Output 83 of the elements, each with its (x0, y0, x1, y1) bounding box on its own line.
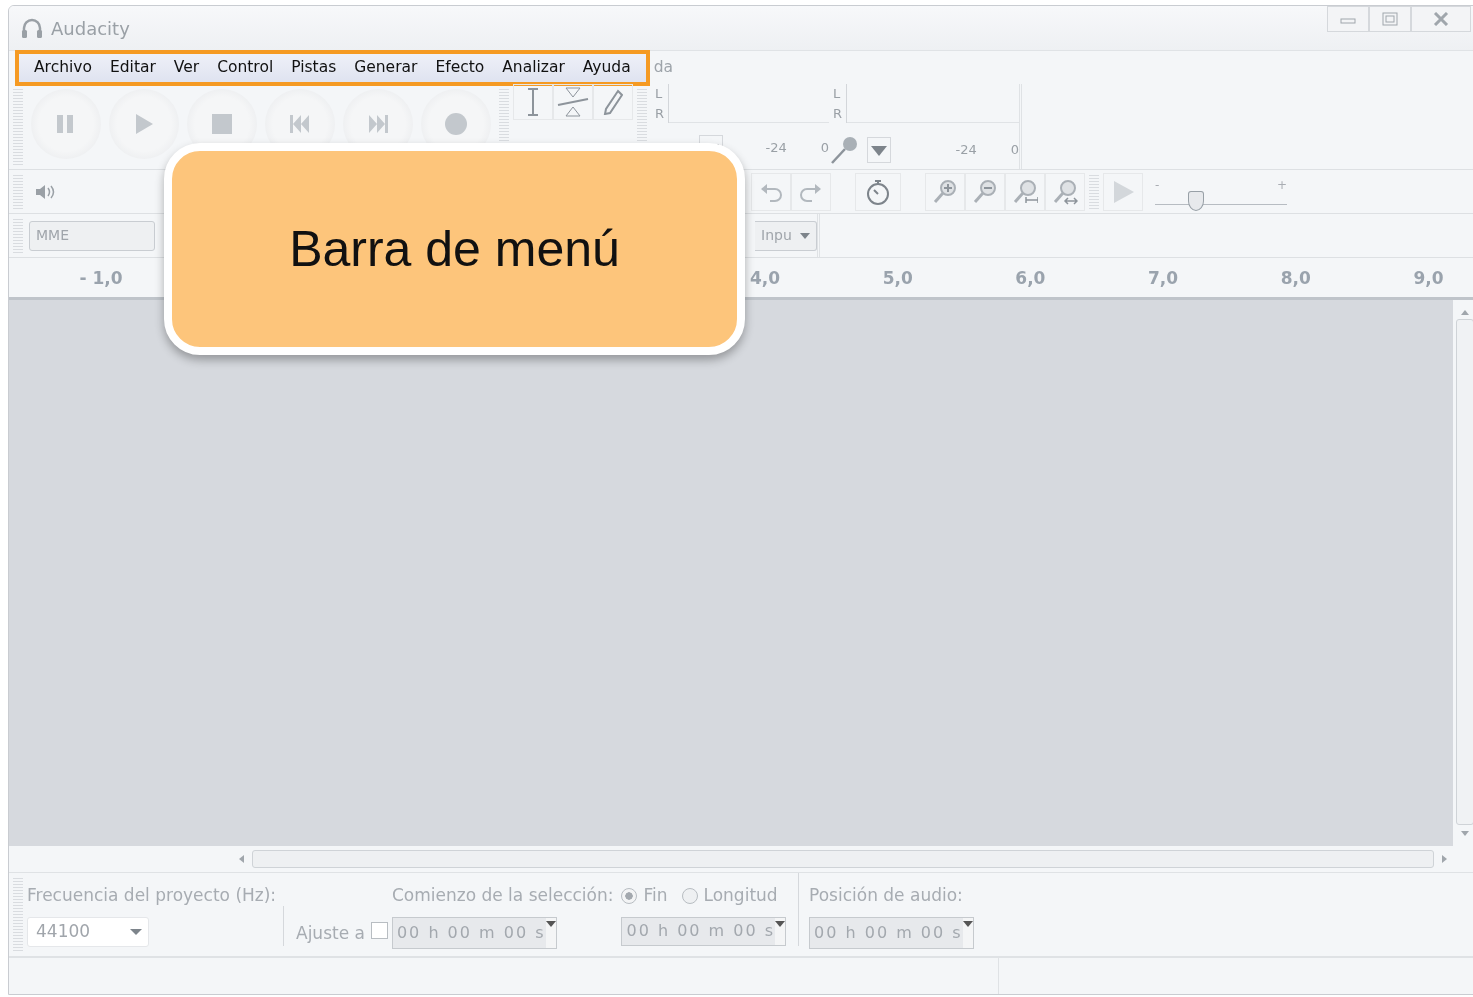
channel-label: R (655, 104, 665, 123)
stopwatch-icon (865, 178, 891, 205)
menu-item[interactable]: Pistas (282, 55, 346, 80)
channel-label: L (833, 85, 842, 103)
menu-item[interactable]: Ver (164, 55, 209, 80)
fit-selection-button[interactable] (1005, 172, 1045, 211)
envelope-icon (556, 87, 590, 117)
field-label: Comienzo de la selección: (391, 884, 614, 907)
stop-icon (211, 113, 233, 135)
ruler-label: 8,0 (1280, 267, 1311, 290)
caret-icon (545, 920, 556, 927)
ruler-label: 7,0 (1148, 267, 1179, 290)
zoom-fit-icon (1012, 178, 1038, 205)
maximize-icon (1382, 12, 1398, 26)
microphone-icon (829, 135, 859, 165)
scroll-down-icon (1461, 831, 1469, 836)
headphones-icon (21, 18, 43, 38)
scroll-right-icon (1442, 855, 1447, 863)
callout-tooltip: Barra de menú (164, 143, 745, 355)
channel-label: L (655, 85, 664, 103)
zoom-out-button[interactable] (965, 172, 1005, 211)
zoom-in-icon (932, 178, 958, 205)
selection-tool[interactable] (513, 84, 553, 120)
meter-scale-label: 0 (1010, 141, 1019, 160)
slider-thumb[interactable] (1187, 190, 1204, 211)
vertical-scrollbar[interactable] (1453, 300, 1473, 846)
caret-icon (871, 145, 887, 156)
radio-button[interactable] (681, 887, 698, 904)
radio-button[interactable] (621, 887, 638, 904)
menu-item[interactable]: Generar (345, 55, 427, 80)
play-button[interactable] (109, 89, 179, 159)
meter-menu-button[interactable] (867, 137, 891, 163)
caret-icon (130, 928, 142, 935)
caret-icon (962, 920, 973, 927)
skip-end-icon (367, 113, 389, 135)
record-icon (445, 113, 467, 135)
caret-icon (775, 920, 786, 927)
radio-label: Longitud (703, 884, 778, 907)
envelope-tool[interactable] (553, 84, 593, 120)
minimize-button[interactable] (1327, 6, 1369, 32)
scroll-left-icon (239, 855, 244, 863)
fit-project-button[interactable] (1045, 172, 1085, 211)
menu-item[interactable]: Control (208, 55, 283, 80)
field-label: Ajuste a (296, 921, 365, 945)
caret-icon (799, 232, 810, 239)
speaker-icon (35, 183, 57, 201)
window-title: Audacity (51, 16, 130, 41)
menu-item[interactable]: Archivo (25, 55, 101, 80)
meter-scale-label: -24 (765, 139, 787, 157)
menu-item[interactable]: Analizar (493, 55, 574, 80)
maximize-button[interactable] (1369, 6, 1411, 32)
field-label: Posición de audio: (809, 884, 964, 907)
menu-item[interactable]: Ayuda (573, 55, 640, 80)
slider-min-label: - (1155, 178, 1160, 191)
menu-item[interactable]: Editar (100, 55, 165, 80)
ruler-label: 4,0 (749, 267, 781, 290)
meter-scale-label: 0 (820, 139, 829, 157)
ruler-label: 5,0 (882, 267, 913, 290)
play-at-speed-button[interactable] (1103, 172, 1143, 211)
slider-max-label: + (1276, 178, 1287, 191)
menu-item[interactable]: Efecto (426, 55, 494, 80)
redo-button[interactable] (791, 172, 831, 211)
i-beam-icon (526, 87, 540, 117)
close-button[interactable] (1411, 6, 1471, 32)
pencil-icon (603, 89, 623, 115)
ruler-label: 9,0 (1413, 267, 1444, 290)
draw-tool[interactable] (593, 84, 633, 120)
zoom-out-icon (972, 178, 998, 205)
snap-checkbox[interactable] (370, 922, 388, 939)
close-icon (1433, 12, 1449, 26)
zoom-in-button[interactable] (925, 172, 965, 211)
ruler-label: - 1,0 (79, 267, 123, 290)
play-icon (133, 113, 155, 135)
skip-start-icon (289, 113, 311, 135)
undo-button[interactable] (751, 172, 791, 211)
radio-label: Fin (643, 884, 668, 907)
channel-label: R (833, 104, 843, 123)
field-label: Frecuencia del proyecto (Hz): (27, 884, 278, 907)
scroll-up-icon (1461, 310, 1469, 315)
ruler-label: 6,0 (1015, 267, 1046, 290)
timer-button[interactable] (855, 172, 901, 211)
zoom-width-icon (1052, 178, 1078, 205)
meter-scale-label: -24 (955, 141, 977, 160)
